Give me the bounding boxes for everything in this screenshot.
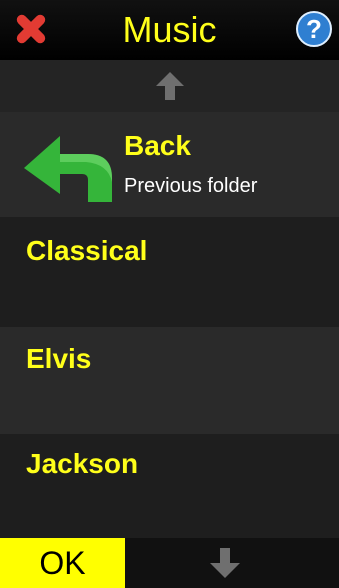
- list-item-subtitle: Previous folder: [124, 175, 258, 197]
- list-item-elvis[interactable]: Elvis: [0, 327, 339, 434]
- list-item-back[interactable]: Back Previous folder: [0, 112, 339, 217]
- header-bar: Music ?: [0, 0, 339, 60]
- scroll-down-button[interactable]: [195, 538, 255, 588]
- list-item-label: Classical: [26, 235, 148, 266]
- list-item-label: Back: [124, 130, 191, 161]
- list-item-label: Jackson: [26, 448, 139, 479]
- list-item-jackson[interactable]: Jackson: [0, 434, 339, 538]
- up-arrow-icon: [155, 72, 184, 100]
- ok-button[interactable]: OK: [0, 538, 125, 588]
- list-item-label: Elvis: [26, 343, 92, 374]
- back-arrow-icon: [24, 136, 112, 202]
- page-title: Music: [122, 9, 217, 50]
- svg-text:?: ?: [306, 14, 322, 44]
- down-arrow-icon: [210, 548, 240, 578]
- footer-bar: OK: [0, 538, 339, 588]
- help-button[interactable]: ?: [295, 10, 333, 48]
- app-screen: Music ? Back Previous folder Classical E…: [0, 0, 339, 588]
- scroll-up-button[interactable]: [0, 60, 339, 112]
- help-icon: ?: [296, 11, 332, 47]
- list-item-classical[interactable]: Classical: [0, 217, 339, 327]
